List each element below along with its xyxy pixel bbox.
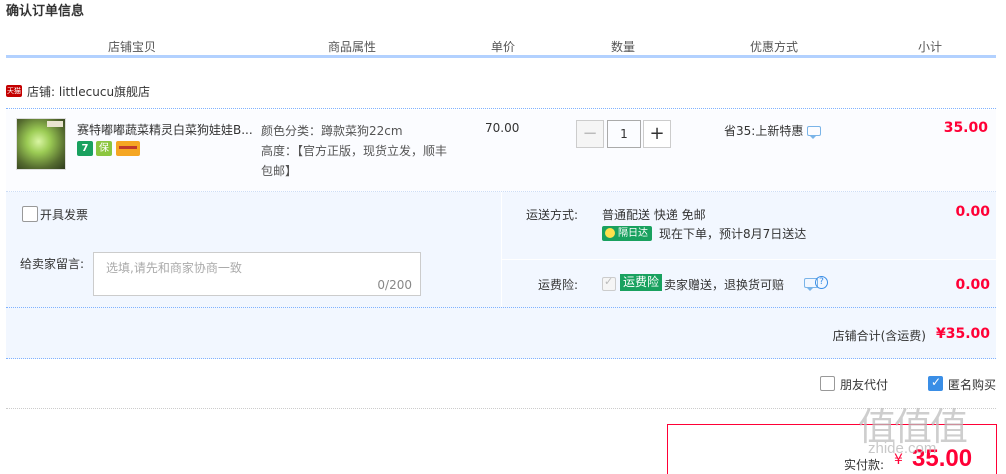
col-header-subtotal: 小计	[918, 40, 943, 54]
shipping-eta: 现在下单，预计8月7日送达	[659, 227, 807, 241]
col-header-attr: 商品属性	[328, 40, 377, 54]
shop-total-label: 店铺合计(含运费)	[832, 329, 926, 343]
seller-message-label: 给卖家留言:	[20, 257, 85, 271]
unit-price: 70.00	[485, 121, 520, 135]
order-item-row: 赛特嘟嘟蔬菜精灵白菜狗娃娃B... 7 保 卡 颜色分类：蹲款菜狗22cm 高度…	[6, 110, 996, 192]
item-subtotal: 35.00	[943, 120, 988, 136]
message-placeholder: 选填,请先和商家协商一致	[106, 261, 242, 275]
insurance-checkbox	[602, 275, 616, 291]
help-icon[interactable]: ?	[815, 276, 828, 289]
tmall-icon: 天猫	[6, 85, 22, 97]
shop-total-value: ¥35.00	[935, 326, 990, 342]
product-attributes: 颜色分类：蹲款菜狗22cm 高度：【官方正版，现货立发，顺丰包邮】	[261, 121, 451, 181]
qty-input[interactable]: 1	[607, 120, 641, 148]
shop-line: 天猫 店铺: littlecucu旗舰店	[6, 83, 996, 109]
shop-total-bar: 店铺合计(含运费) ¥35.00	[6, 307, 996, 359]
watermark-url: zhide.com	[868, 440, 937, 457]
divider	[502, 259, 997, 260]
payment-label: 实付款:	[844, 458, 885, 472]
seller-message-input[interactable]: 选填,请先和商家协商一致 0/200	[93, 252, 421, 296]
seven-day-return-icon[interactable]: 7	[77, 141, 93, 156]
insurance-fee: 0.00	[955, 277, 990, 293]
col-header-promo: 优惠方式	[750, 40, 799, 54]
attr-color: 颜色分类：蹲款菜狗22cm	[261, 124, 403, 138]
page-title: 确认订单信息	[6, 4, 85, 19]
insurance-text: 卖家赠送，退换货可赔	[664, 278, 785, 292]
shipping-fee: 0.00	[955, 204, 990, 220]
promo-text: 省35:上新特惠	[724, 124, 804, 138]
next-day-delivery-badge: 隔日达	[602, 226, 652, 241]
anonymous-purchase-checkbox[interactable]	[928, 375, 943, 391]
invoice-label[interactable]: 开具发票	[40, 206, 88, 223]
chat-icon[interactable]	[807, 126, 822, 139]
shop-name-link[interactable]: 店铺: littlecucu旗舰店	[27, 83, 150, 100]
product-name-link[interactable]: 赛特嘟嘟蔬菜精灵白菜狗娃娃B...	[77, 121, 257, 138]
product-thumbnail[interactable]	[16, 118, 66, 170]
shipping-method[interactable]: 普通配送 快递 免邮	[602, 206, 706, 223]
order-options-left: 开具发票 给卖家留言: 选填,请先和商家协商一致 0/200	[6, 192, 499, 307]
friend-pay-label[interactable]: 朋友代付	[840, 376, 888, 393]
invoice-checkbox[interactable]	[22, 206, 38, 222]
promo-method: 省35:上新特惠	[724, 122, 822, 139]
col-header-item: 店铺宝贝	[108, 40, 157, 54]
friend-pay-checkbox[interactable]	[820, 376, 835, 391]
anonymous-purchase-label[interactable]: 匿名购买	[948, 376, 996, 393]
attr-height: 高度：【官方正版，现货立发，顺丰包邮】	[261, 144, 448, 178]
qty-decrease-button[interactable]: −	[576, 120, 604, 148]
col-header-price: 单价	[491, 40, 516, 54]
guarantee-icon[interactable]: 保	[96, 141, 112, 156]
shipping-label: 运送方式:	[526, 208, 579, 222]
insurance-badge: 运费险	[620, 274, 663, 291]
shipping-panel: 运送方式: 普通配送 快递 免邮 隔日达 现在下单，预计8月7日送达 0.00 …	[501, 192, 997, 307]
message-char-count: 0/200	[377, 278, 412, 292]
order-options-panel: 开具发票 给卖家留言: 选填,请先和商家协商一致 0/200 运送方式: 普通配…	[6, 192, 997, 307]
col-header-qty: 数量	[611, 40, 636, 54]
table-header: 店铺宝贝 商品属性 单价 数量 优惠方式 小计	[6, 36, 996, 58]
credit-card-icon[interactable]: 卡	[116, 141, 140, 156]
qty-increase-button[interactable]: +	[643, 120, 671, 148]
insurance-label: 运费险:	[538, 278, 579, 292]
divider	[6, 408, 996, 409]
